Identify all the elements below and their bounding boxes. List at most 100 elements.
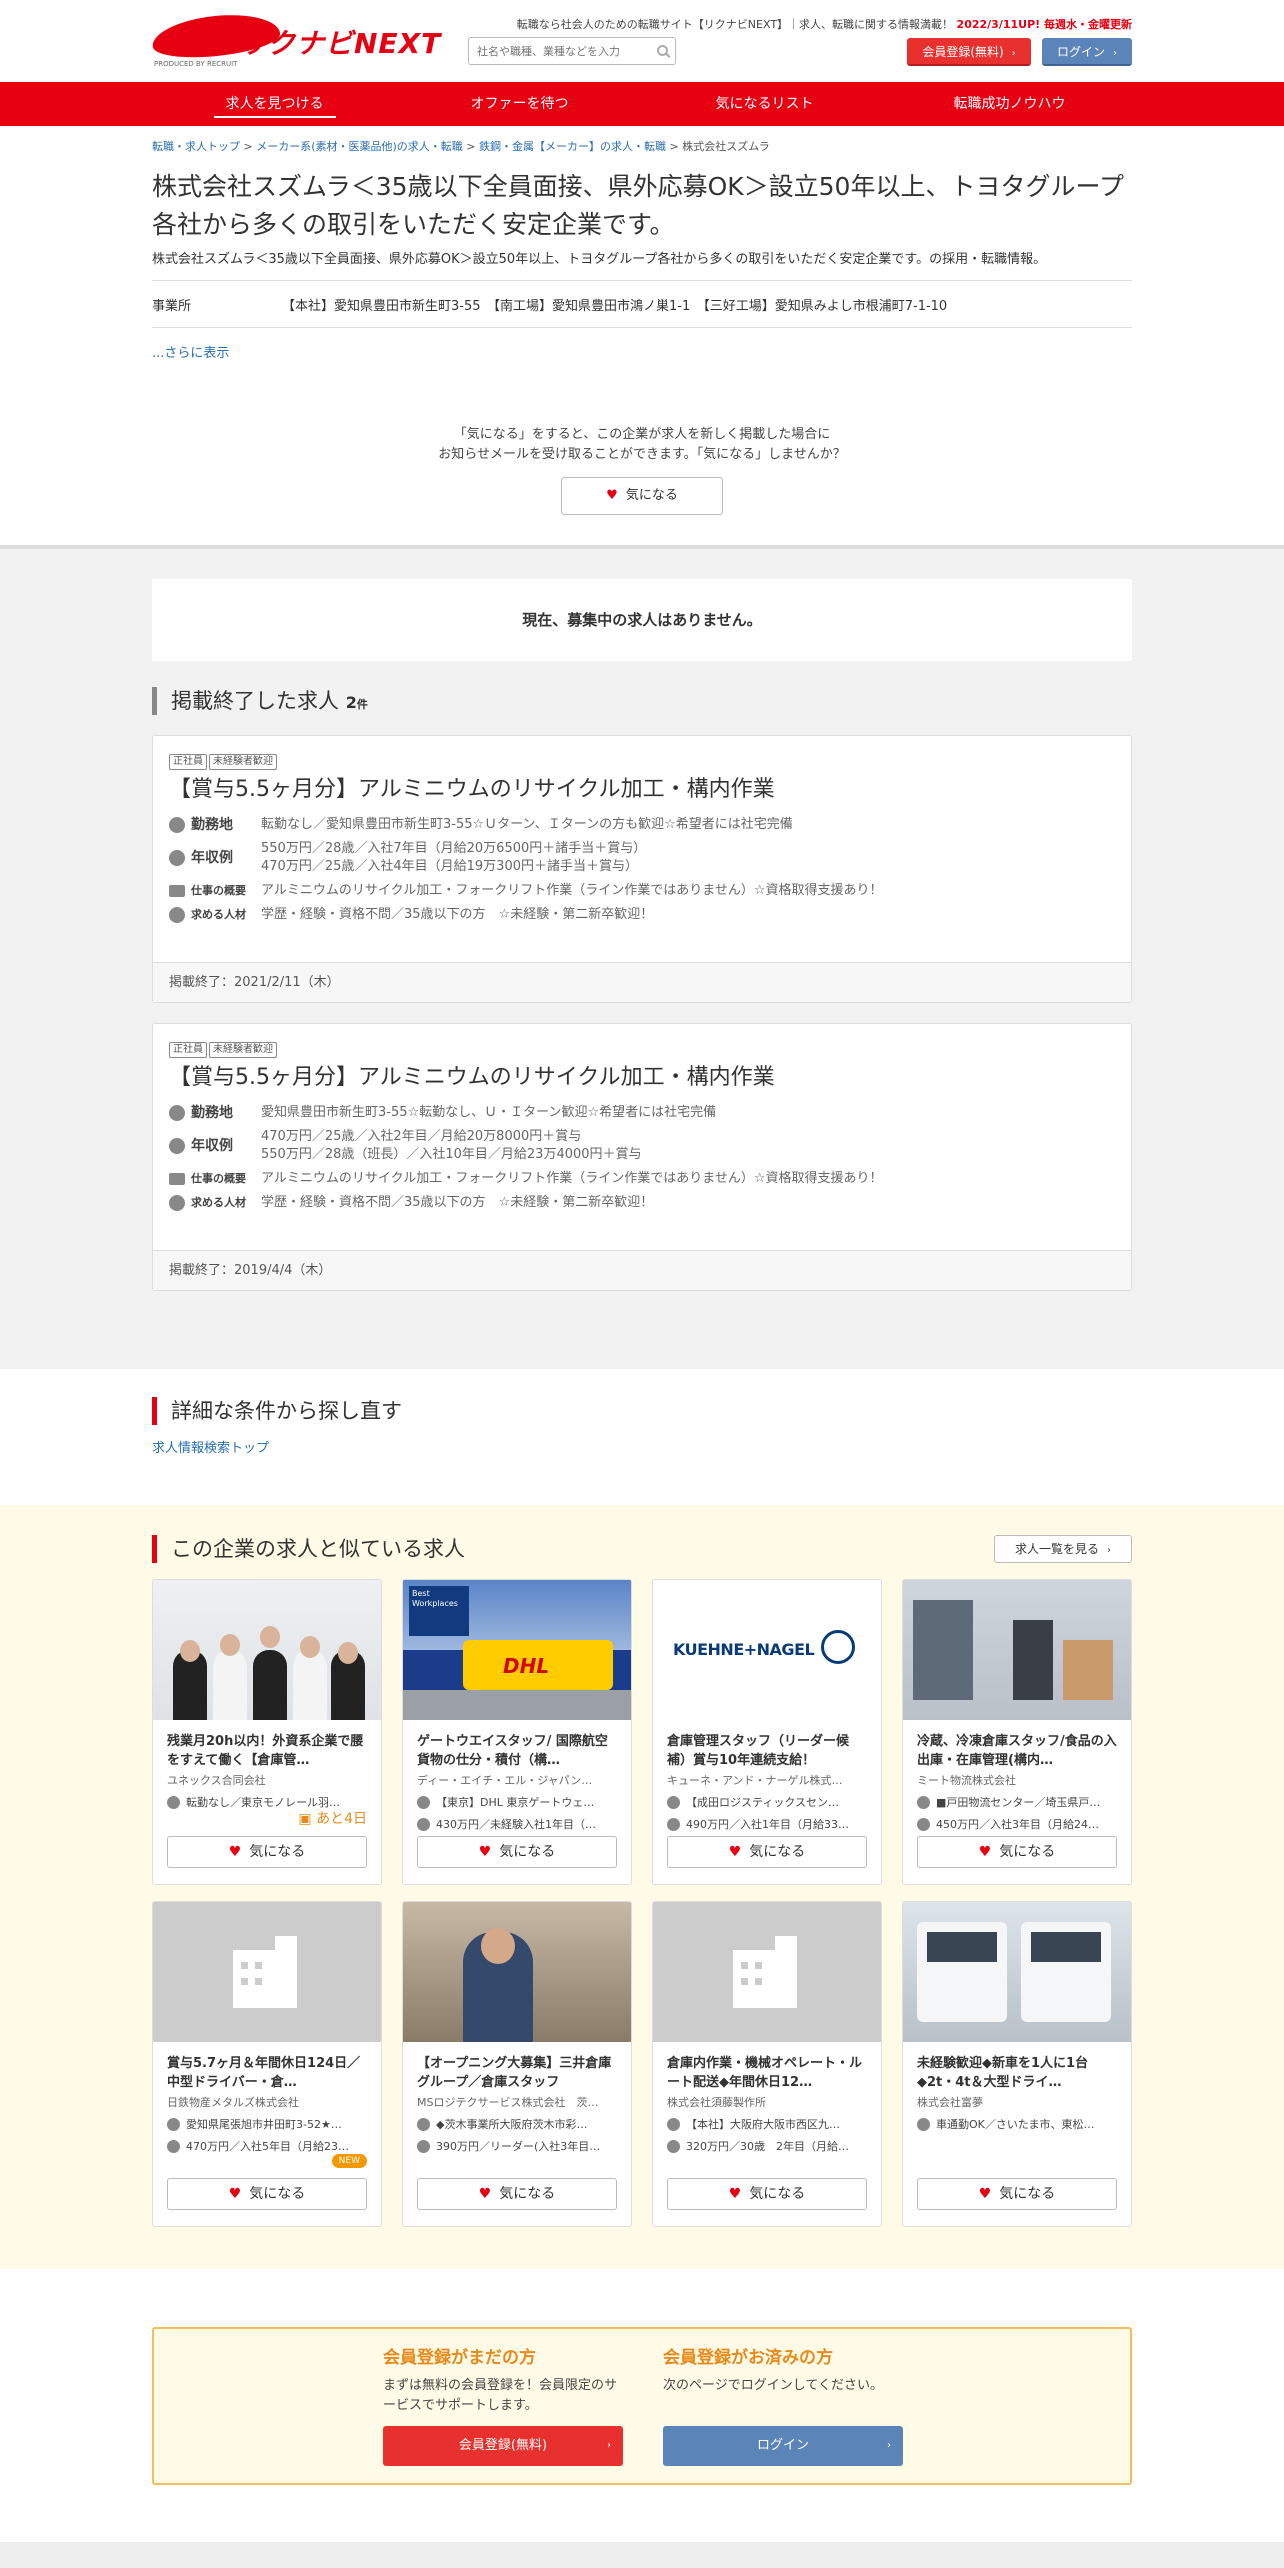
card-location: 愛知県尾張旭市井田町3-52★…: [167, 2116, 367, 2132]
favorite-button[interactable]: ♥ 気になる: [561, 477, 723, 515]
location-pin-icon: [167, 2117, 180, 2131]
breadcrumb-top[interactable]: 転職・求人トップ: [152, 140, 240, 153]
register-button[interactable]: 会員登録(無料) ›: [907, 38, 1031, 66]
breadcrumb-subcategory[interactable]: 鉄鋼・金属【メーカー】の求人・転職: [479, 140, 666, 153]
person-head: [300, 1636, 320, 1658]
card-company: 株式会社富夢: [917, 2096, 983, 2109]
similar-job-card[interactable]: 賞与5.7ヶ月＆年間休日124日／中型ドライバー・倉… 日鉄物産メタルズ株式会社…: [152, 1901, 382, 2227]
job-photo: [403, 1902, 631, 2042]
card-title[interactable]: 未経験歓迎◆新車を1人に1台◆2t・4t＆大型ドライ…: [917, 2054, 1117, 2092]
card-favorite-button[interactable]: ♥ 気になる: [917, 2178, 1117, 2210]
job-photo: KUEHNE+NAGEL: [653, 1580, 881, 1720]
ended-job-card[interactable]: 正社員 未経験者歓迎 【賞与5.5ヶ月分】アルミニウムのリサイクル加工・構内作業 …: [152, 1023, 1132, 1291]
site-header: リクナビNEXT PRODUCED BY RECRUIT 転職なら社会人のための…: [150, 0, 1132, 82]
card-title[interactable]: 残業月20h以内！外資系企業で腰をすえて働く【倉庫管…: [167, 1732, 367, 1770]
recruit-next-logo[interactable]: リクナビNEXT PRODUCED BY RECRUIT: [150, 9, 440, 72]
card-favorite-button[interactable]: ♥ 気になる: [667, 1836, 867, 1868]
card-location-text: 【本社】大阪府大阪市西区九…: [686, 2118, 840, 2131]
job-requirement: 学歴・経験・資格不問／35歳以下の方 ☆未経験・第二新卒歓迎！: [261, 1195, 654, 1210]
heart-icon: ♥: [228, 1844, 242, 1860]
breadcrumb: 転職・求人トップ > メーカー系(素材・医薬品他)の求人・転職 > 鉄鋼・金属【…: [152, 140, 770, 153]
location-label-wrap: 勤務地: [169, 1104, 261, 1122]
building-window: [741, 1978, 748, 1985]
login-label: ログイン: [1056, 45, 1105, 59]
card-location-text: 【成田ロジスティックスセン…: [686, 1796, 840, 1809]
card-favorite-button[interactable]: ♥ 気になる: [417, 1836, 617, 1868]
briefcase-icon: [169, 885, 185, 897]
nav-knowhow[interactable]: 転職成功ノウハウ: [887, 82, 1132, 126]
card-favorite-button[interactable]: ♥ 気になる: [667, 2178, 867, 2210]
nav-find-jobs[interactable]: 求人を見つける: [152, 82, 397, 126]
similar-job-card[interactable]: 残業月20h以内！外資系企業で腰をすえて働く【倉庫管… ユネックス合同会社 転勤…: [152, 1579, 382, 1885]
favorite-label: 気になる: [249, 2186, 306, 2202]
job-end-date: 掲載終了：2019/4/4（木）: [153, 1250, 1131, 1290]
office-value: 【本社】愛知県豊田市新生町3-55 【南工場】愛知県豊田市鴻ノ巣1-1 【三好工…: [282, 298, 948, 314]
location-pin-icon: [917, 1795, 930, 1809]
yen-icon: [169, 850, 185, 866]
salary-label-wrap: 年収例: [169, 840, 261, 876]
heart-icon: ♥: [478, 2186, 492, 2202]
card-favorite-button[interactable]: ♥ 気になる: [167, 1836, 367, 1868]
building-window: [241, 1962, 248, 1969]
card-location-text: 車通勤OK／さいたま市、東松…: [936, 2118, 1095, 2131]
heart-icon: ♥: [478, 1844, 492, 1860]
similar-job-card[interactable]: 冷蔵、冷凍倉庫スタッフ/食品の入出庫・在庫管理(構内… ミート物流株式会社 ■戸…: [902, 1579, 1132, 1885]
ended-job-card[interactable]: 正社員 未経験者歓迎 【賞与5.5ヶ月分】アルミニウムのリサイクル加工・構内作業 …: [152, 735, 1132, 1003]
location-label-wrap: 勤務地: [169, 816, 261, 834]
job-title[interactable]: 【賞与5.5ヶ月分】アルミニウムのリサイクル加工・構内作業: [169, 1062, 1115, 1094]
forklift-shape: [1013, 1620, 1053, 1700]
requirement-label-wrap: 求める人材: [169, 906, 261, 924]
card-salary: 470万円／入社5年目（月給23…: [167, 2138, 367, 2154]
job-summary: アルミニウムのリサイクル加工・フォークリフト作業（ライン作業ではありません）☆資…: [261, 883, 883, 898]
card-location: ◆茨木事業所大阪府茨木市彩…: [417, 2116, 617, 2132]
similar-job-card[interactable]: 【オープニング大募集】三井倉庫グループ／倉庫スタッフ MSロジテクサービス株式会…: [402, 1901, 632, 2227]
job-title[interactable]: 【賞与5.5ヶ月分】アルミニウムのリサイクル加工・構内作業: [169, 774, 1115, 806]
boxes-shape: [1063, 1640, 1113, 1700]
location-pin-icon: [169, 1105, 185, 1121]
nav-wait-offer[interactable]: オファーを待つ: [397, 82, 642, 126]
nav-favorites[interactable]: 気になるリスト: [642, 82, 887, 126]
building-window: [755, 1962, 762, 1969]
job-list-button[interactable]: 求人一覧を見る ›: [994, 1535, 1132, 1563]
similar-job-card[interactable]: 未経験歓迎◆新車を1人に1台◆2t・4t＆大型ドライ… 株式会社富夢 車通勤OK…: [902, 1901, 1132, 2227]
card-title[interactable]: 倉庫管理スタッフ（リーダー候補）賞与10年連続支給！: [667, 1732, 867, 1770]
person-icon: [169, 1195, 185, 1211]
similar-job-card[interactable]: 倉庫内作業・機械オペレート・ルート配送◆年間休日12… 株式会社須藤製作所 【本…: [652, 1901, 882, 2227]
job-list-label: 求人一覧を見る: [1014, 1542, 1099, 1556]
card-salary: 390万円／リーダー(入社3年目…: [417, 2138, 617, 2154]
card-title[interactable]: 賞与5.7ヶ月＆年間休日124日／中型ドライバー・倉…: [167, 2054, 367, 2092]
card-salary-text: 450万円／入社3年目（月給24…: [936, 1818, 1099, 1831]
global-nav: 求人を見つける オファーを待つ 気になるリスト 転職成功ノウハウ: [0, 82, 1284, 126]
ended-count: 2: [345, 693, 357, 712]
similar-job-card[interactable]: KUEHNE+NAGEL 倉庫管理スタッフ（リーダー候補）賞与10年連続支給！ …: [652, 1579, 882, 1885]
member-register-button[interactable]: 会員登録(無料) ›: [383, 2426, 623, 2466]
similar-job-card[interactable]: Best Workplaces DHL ゲートウエイスタッフ/ 国際航空貨物の仕…: [402, 1579, 632, 1885]
job-photo: [903, 1580, 1131, 1720]
shelf-shape: [913, 1600, 973, 1700]
show-more-link[interactable]: ...さらに表示: [152, 342, 1132, 361]
chevron-right-icon: ›: [607, 2440, 611, 2451]
job-photo-placeholder: [653, 1902, 881, 2042]
breadcrumb-category[interactable]: メーカー系(素材・医薬品他)の求人・転職: [256, 140, 463, 153]
member-login-button[interactable]: ログイン ›: [663, 2426, 903, 2466]
login-button[interactable]: ログイン ›: [1042, 38, 1132, 66]
search-icon[interactable]: [657, 45, 668, 56]
card-title[interactable]: 倉庫内作業・機械オペレート・ルート配送◆年間休日12…: [667, 2054, 867, 2092]
search-top-link[interactable]: 求人情報検索トップ: [152, 1437, 1132, 1456]
card-title[interactable]: ゲートウエイスタッフ/ 国際航空貨物の仕分・積付（構…: [417, 1732, 617, 1770]
heart-icon: ♥: [978, 1844, 992, 1860]
location-pin-icon: [417, 1795, 430, 1809]
card-favorite-button[interactable]: ♥ 気になる: [917, 1836, 1117, 1868]
building-window: [755, 1978, 762, 1985]
card-favorite-button[interactable]: ♥ 気になる: [417, 2178, 617, 2210]
job-summary-row: 仕事の概要 アルミニウムのリサイクル加工・フォークリフト作業（ライン作業ではありま…: [169, 882, 1115, 900]
requirement-label: 求める人材: [191, 908, 246, 921]
card-title[interactable]: 【オープニング大募集】三井倉庫グループ／倉庫スタッフ: [417, 2054, 617, 2092]
card-title[interactable]: 冷蔵、冷凍倉庫スタッフ/食品の入出庫・在庫管理(構内…: [917, 1732, 1117, 1770]
building-window: [255, 1962, 262, 1969]
search-input[interactable]: [469, 38, 649, 64]
job-summary-row: 仕事の概要 アルミニウムのリサイクル加工・フォークリフト作業（ライン作業ではありま…: [169, 1170, 1115, 1188]
ended-jobs-heading: 掲載終了した求人 2件: [152, 687, 1132, 715]
card-favorite-button[interactable]: ♥ 気になる: [167, 2178, 367, 2210]
new-member-text: まずは無料の会員登録を！会員限定のサービスでサポートします。: [383, 2378, 618, 2413]
